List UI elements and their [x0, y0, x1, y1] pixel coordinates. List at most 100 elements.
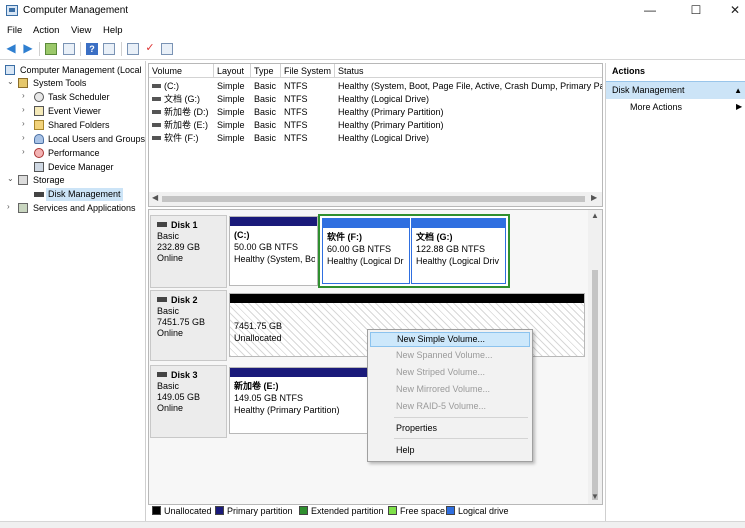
- partition-details: 软件 (F:) 60.00 GB NTFS Healthy (Logical D…: [327, 231, 407, 267]
- menu-file[interactable]: File: [7, 25, 22, 36]
- chevron-down-icon[interactable]: ⌄: [7, 174, 14, 183]
- collapse-arrow-icon[interactable]: ▲: [734, 82, 742, 99]
- help-icon[interactable]: ?: [86, 43, 98, 55]
- scroll-right-icon[interactable]: ▶: [591, 193, 597, 202]
- menu-item-help[interactable]: Help: [370, 443, 530, 458]
- table-row[interactable]: 新加卷 (E:) Simple Basic NTFS Healthy (Prim…: [149, 119, 602, 132]
- window-title: Computer Management: [23, 5, 129, 16]
- swatch-icon: [446, 506, 455, 515]
- menu-item-new-striped-volume[interactable]: New Striped Volume...: [370, 365, 530, 380]
- scroll-down-icon[interactable]: ▼: [591, 492, 599, 501]
- scrollbar-thumb[interactable]: [592, 270, 598, 500]
- menu-item-properties[interactable]: Properties: [370, 421, 530, 436]
- legend-primary-partition: Primary partition: [215, 506, 293, 516]
- chevron-right-icon[interactable]: ›: [22, 133, 25, 142]
- column-header-layout[interactable]: Layout: [214, 64, 251, 78]
- maximize-button[interactable]: ☐: [676, 0, 716, 22]
- partition-details: 新加卷 (E:) 149.05 GB NTFS Healthy (Primary…: [234, 380, 365, 416]
- disk-icon: [34, 192, 44, 197]
- partition-name: 文档 (G:): [416, 232, 453, 242]
- status-cell: Healthy (Primary Partition): [338, 107, 444, 117]
- actions-section-disk-management[interactable]: Disk Management ▲: [606, 81, 745, 99]
- table-row[interactable]: 软件 (F:) Simple Basic NTFS Healthy (Logic…: [149, 132, 602, 145]
- properties-icon[interactable]: [161, 43, 173, 55]
- menu-action[interactable]: Action: [33, 25, 59, 36]
- menu-item-new-spanned-volume[interactable]: New Spanned Volume...: [370, 348, 530, 363]
- legend-unallocated: Unallocated: [152, 506, 212, 516]
- menu-item-new-raid5-volume[interactable]: New RAID-5 Volume...: [370, 399, 530, 414]
- chevron-right-icon[interactable]: ›: [22, 119, 25, 128]
- disk-name: Disk 2: [171, 295, 198, 305]
- partition-name: 软件 (F:): [327, 232, 362, 242]
- chevron-right-icon[interactable]: ›: [22, 147, 25, 156]
- column-header-type[interactable]: Type: [251, 64, 281, 78]
- scroll-left-icon[interactable]: ◀: [152, 193, 158, 202]
- menu-bar: File Action View Help: [0, 22, 745, 39]
- disk-1-info[interactable]: Disk 1 Basic 232.89 GB Online: [150, 215, 227, 288]
- column-header-status[interactable]: Status: [335, 64, 602, 78]
- disk-state: Online: [157, 253, 184, 263]
- scrollbar-thumb[interactable]: [162, 196, 585, 202]
- minimize-button[interactable]: —: [630, 0, 670, 22]
- show-hide-tree-icon[interactable]: [63, 43, 75, 55]
- connect-icon[interactable]: [127, 43, 139, 55]
- volume-name: 文档 (G:): [164, 94, 200, 104]
- status-bar: [0, 521, 745, 528]
- tree-item-label: Disk Management: [46, 188, 123, 201]
- back-arrow-icon[interactable]: ◀: [5, 42, 17, 55]
- partition-g[interactable]: 文档 (G:) 122.88 GB NTFS Healthy (Logical …: [411, 218, 506, 284]
- menu-item-new-simple-volume[interactable]: New Simple Volume...: [370, 332, 530, 347]
- unallocated-bar: [230, 294, 584, 303]
- volume-cell: 文档 (G:): [149, 93, 214, 106]
- swatch-icon: [215, 506, 224, 515]
- extended-partition[interactable]: 软件 (F:) 60.00 GB NTFS Healthy (Logical D…: [318, 214, 510, 288]
- show-hide-action-pane-icon[interactable]: [103, 43, 115, 55]
- primary-partition-bar: [230, 217, 317, 226]
- menu-item-new-mirrored-volume[interactable]: New Mirrored Volume...: [370, 382, 530, 397]
- volume-cell: (C:): [149, 80, 214, 93]
- close-button[interactable]: ✕: [715, 0, 745, 22]
- partition-e[interactable]: 新加卷 (E:) 149.05 GB NTFS Healthy (Primary…: [229, 367, 368, 434]
- menu-separator: [394, 438, 528, 439]
- table-row[interactable]: 文档 (G:) Simple Basic NTFS Healthy (Logic…: [149, 93, 602, 106]
- partition-c[interactable]: (C:) 50.00 GB NTFS Healthy (System, Bo: [229, 216, 318, 286]
- disk-2-info[interactable]: Disk 2 Basic 7451.75 GB Online: [150, 290, 227, 361]
- column-header-file-system[interactable]: File System: [281, 64, 335, 78]
- horizontal-scrollbar[interactable]: ◀ ▶: [149, 192, 602, 206]
- computer-management-icon: [6, 5, 18, 16]
- chevron-right-icon[interactable]: ›: [22, 105, 25, 114]
- disk-type: Basic: [157, 306, 180, 316]
- menu-help[interactable]: Help: [103, 25, 123, 36]
- submenu-arrow-icon[interactable]: ▶: [736, 102, 742, 111]
- partition-f[interactable]: 软件 (F:) 60.00 GB NTFS Healthy (Logical D…: [322, 218, 410, 284]
- forward-arrow-icon[interactable]: ▶: [22, 42, 34, 55]
- chevron-right-icon[interactable]: ›: [22, 91, 25, 100]
- type-cell: Basic: [254, 81, 277, 91]
- type-cell: Basic: [254, 107, 277, 117]
- table-row[interactable]: 新加卷 (D:) Simple Basic NTFS Healthy (Prim…: [149, 106, 602, 119]
- column-header-volume[interactable]: Volume: [149, 64, 214, 78]
- up-level-icon[interactable]: [45, 43, 57, 55]
- disk-3-info[interactable]: Disk 3 Basic 149.05 GB Online: [150, 365, 227, 438]
- toolbar-divider: [121, 42, 122, 56]
- swatch-icon: [152, 506, 161, 515]
- scroll-up-icon[interactable]: ▲: [591, 211, 599, 220]
- disk-name: Disk 3: [171, 370, 198, 380]
- chevron-down-icon[interactable]: ⌄: [7, 77, 14, 86]
- type-cell: Basic: [254, 120, 277, 130]
- disk-icon: [157, 372, 167, 378]
- context-menu: New Simple Volume... New Spanned Volume.…: [367, 329, 533, 462]
- legend-label: Extended partition: [311, 506, 384, 516]
- drive-icon: [152, 83, 161, 88]
- menu-view[interactable]: View: [71, 25, 91, 36]
- chevron-right-icon[interactable]: ›: [7, 202, 10, 211]
- table-row[interactable]: (C:) Simple Basic NTFS Healthy (System, …: [149, 80, 602, 93]
- more-actions-link[interactable]: More Actions: [630, 102, 682, 112]
- legend-logical-drive: Logical drive: [446, 506, 509, 516]
- disk-size: 7451.75 GB: [157, 317, 206, 327]
- legend-free-space: Free space: [388, 506, 445, 516]
- partition-status: Healthy (Logical Dr: [327, 256, 404, 266]
- partition-name: 新加卷 (E:): [234, 381, 279, 391]
- vertical-scrollbar[interactable]: ▲ ▼: [588, 210, 602, 504]
- check-icon[interactable]: ✓: [144, 43, 156, 55]
